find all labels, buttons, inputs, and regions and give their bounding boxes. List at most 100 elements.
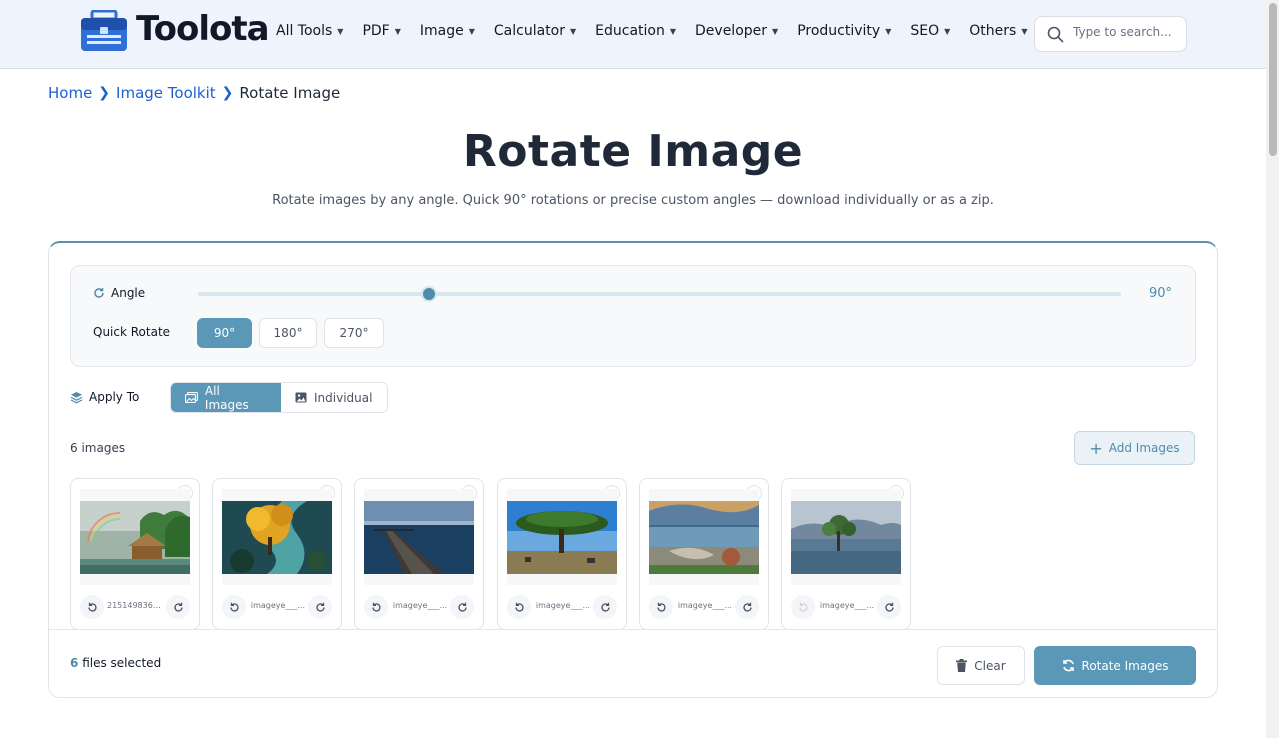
breadcrumb-image-toolkit[interactable]: Image Toolkit [116,84,216,102]
nav-others[interactable]: Others ▼ [969,23,1027,39]
caret-down-icon: ▼ [337,26,344,36]
rotate-left-icon[interactable] [649,595,673,619]
nav-developer[interactable]: Developer ▼ [695,23,778,39]
angle-label: Angle [111,286,146,300]
nav-seo[interactable]: SEO ▼ [910,23,950,39]
rotate-left-icon[interactable] [222,595,246,619]
image-card: ✕ imageye___... [781,478,911,630]
angle-label-row: Angle [93,286,145,300]
acacia-savanna-thumbnail [507,501,617,574]
rotate-right-icon[interactable] [735,595,759,619]
image-preview [364,489,474,585]
files-selected-count: 6 [70,656,79,670]
add-images-button[interactable]: + Add Images [1074,431,1195,465]
rotate-tool-card: Angle 90° Quick Rotate 90° 180° 270° App… [48,241,1218,698]
rotate-images-button[interactable]: Rotate Images [1034,646,1196,685]
nav-calculator[interactable]: Calculator ▼ [494,23,576,39]
add-images-label: Add Images [1108,441,1180,455]
rotation-settings-panel: Angle 90° Quick Rotate 90° 180° 270° [70,265,1196,367]
images-icon [185,392,198,403]
nav-all-tools[interactable]: All Tools ▼ [276,23,343,39]
image-count: 6 images [70,441,126,455]
caret-down-icon: ▼ [468,26,475,36]
image-filename: imageye___... [535,601,591,610]
rainforest-hut-thumbnail [80,501,190,574]
beached-boat-thumbnail [649,501,759,574]
image-preview [222,489,332,585]
nav-label: Developer [695,23,768,39]
image-card: ✕ imageye___... [212,478,342,630]
apply-individual-label: Individual [314,390,373,405]
rotate-right-icon[interactable] [166,595,190,619]
apply-to-label-row: Apply To [70,390,139,404]
rotate-icon [94,288,104,298]
breadcrumb: Home ❯ Image Toolkit ❯ Rotate Image [48,84,340,102]
search-icon [1047,26,1064,43]
angle-value: 90° [1149,286,1173,301]
search-input[interactable] [1073,25,1181,39]
angle-slider[interactable] [198,286,1121,302]
caret-down-icon: ▼ [885,26,892,36]
search-box[interactable] [1034,16,1187,52]
rotate-right-icon[interactable] [450,595,474,619]
nav-education[interactable]: Education ▼ [595,23,676,39]
page-subtitle: Rotate images by any angle. Quick 90° ro… [272,193,994,208]
nav-label: PDF [362,23,390,39]
rotate-left-icon[interactable] [791,595,815,619]
image-filename: 2151498363... [107,601,165,610]
action-footer: 6 files selected Clear Rotate Images [49,629,1217,697]
image-icon [295,392,307,403]
quick-rotate-180-button[interactable]: 180° [259,318,317,348]
rotate-left-icon[interactable] [364,595,388,619]
page-title: Rotate Image [462,126,804,177]
layers-icon [70,391,83,403]
clear-label: Clear [974,658,1006,673]
caret-down-icon: ▼ [772,26,779,36]
rotate-left-icon[interactable] [507,595,531,619]
rotate-right-icon[interactable] [308,595,332,619]
sync-icon [1062,659,1074,672]
angle-slider-thumb[interactable] [420,286,437,302]
apply-all-label: All Images [204,383,249,412]
nav-label: Calculator [493,23,565,39]
image-preview [507,489,617,585]
nav-label: Education [595,23,665,39]
image-card: ✕ imageye___... [354,478,484,630]
site-header: Toolota All Tools ▼ PDF ▼ Image ▼ Calculato… [0,0,1266,69]
chevron-right-icon: ❯ [98,85,111,101]
quick-rotate-90-button[interactable]: 90° [197,318,252,348]
image-preview [80,489,190,585]
quick-rotate-270-button[interactable]: 270° [324,318,384,348]
apply-individual-button[interactable]: Individual [281,383,387,412]
nav-productivity[interactable]: Productivity ▼ [797,23,891,39]
image-card: ✕ 2151498363... [70,478,200,630]
caret-down-icon: ▼ [394,26,401,36]
page-scrollbar-thumb[interactable] [1269,3,1277,156]
apply-all-images-button[interactable]: All Images [171,383,281,412]
image-preview [791,489,901,585]
wooden-pier-thumbnail [364,501,474,574]
main-nav: All Tools ▼ PDF ▼ Image ▼ Calculator ▼ Educa… [276,23,1046,39]
image-filename: imageye___... [250,601,306,610]
clear-button[interactable]: Clear [937,646,1025,685]
apply-to-toggle: All Images Individual [170,382,388,413]
breadcrumb-home[interactable]: Home [48,84,92,102]
image-card: ✕ imageye___... [497,478,627,630]
trash-icon [956,659,968,672]
rotate-left-icon[interactable] [80,595,104,619]
nav-label: Productivity [797,23,881,39]
image-preview [649,489,759,585]
nav-label: Image [419,23,464,39]
nav-image[interactable]: Image ▼ [420,23,475,39]
rotate-right-icon[interactable] [877,595,901,619]
rotate-right-icon[interactable] [593,595,617,619]
image-filename: imageye___... [392,601,448,610]
brand-name[interactable]: Toolota [136,9,270,49]
caret-down-icon: ▼ [669,26,677,36]
nav-pdf[interactable]: PDF ▼ [362,23,400,39]
caret-down-icon: ▼ [1021,26,1028,36]
golden-tree-thumbnail [222,501,332,574]
lone-tree-thumbnail [791,501,901,574]
image-card: ✕ imageye___... [639,478,769,630]
toolbox-logo-icon[interactable] [80,10,128,52]
